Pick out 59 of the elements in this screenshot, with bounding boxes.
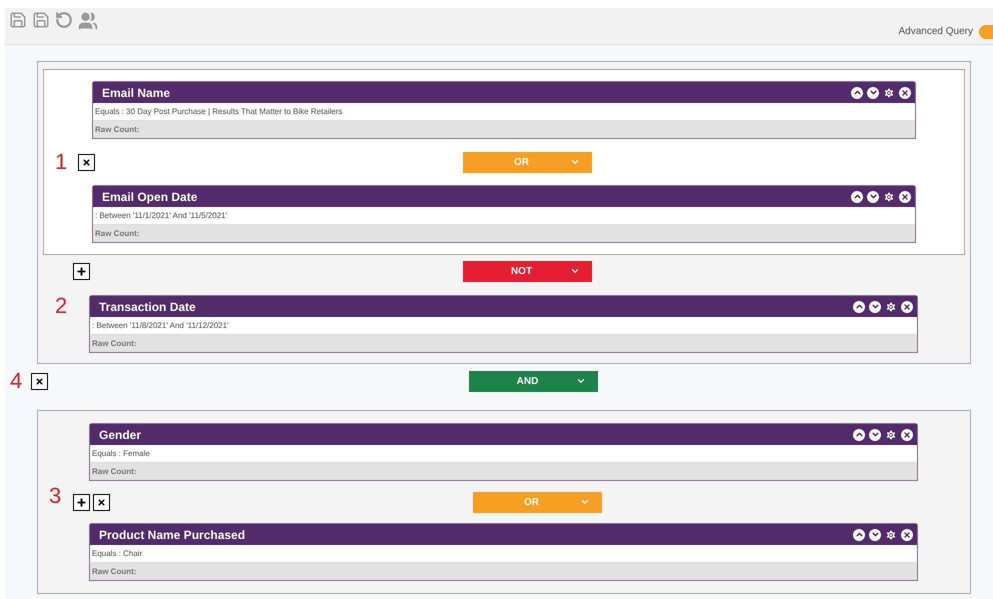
condition-criteria: : Between '11/8/2021' And '11/12/2021' [92, 320, 229, 332]
operator-dropdown[interactable]: AND [469, 370, 598, 392]
add-group-button[interactable] [73, 494, 90, 510]
condition-title: Email Name [102, 84, 170, 102]
settings-icon[interactable] [885, 300, 897, 312]
move-up-icon[interactable] [853, 528, 865, 540]
move-down-icon[interactable] [869, 428, 881, 440]
settings-icon[interactable] [883, 190, 895, 202]
condition-criteria: Equals : 30 Day Post Purchase | Results That Matter to Bike Retailers [95, 106, 342, 118]
move-up-icon[interactable] [853, 428, 865, 440]
chevron-down-icon [570, 266, 580, 276]
move-up-icon[interactable] [851, 86, 863, 98]
raw-count-label: Raw Count: [92, 338, 136, 350]
raw-count-label: Raw Count: [95, 228, 140, 240]
remove-group-button[interactable] [31, 372, 48, 390]
condition-title: Gender [99, 426, 142, 444]
raw-count-label: Raw Count: [92, 466, 136, 478]
chevron-down-icon [576, 376, 586, 386]
move-down-icon[interactable] [869, 528, 881, 540]
advanced-query-label: Advanced Query [898, 25, 973, 39]
move-down-icon[interactable] [867, 86, 879, 98]
chevron-down-icon [570, 157, 580, 167]
move-up-icon[interactable] [853, 300, 865, 312]
move-down-icon[interactable] [869, 300, 881, 312]
group-number: 4 [10, 370, 22, 392]
raw-count-label: Raw Count: [95, 124, 140, 136]
close-icon[interactable] [901, 428, 913, 440]
close-icon [35, 376, 44, 386]
condition-criteria: Equals : Female [92, 448, 150, 460]
remove-group-button[interactable] [78, 154, 96, 170]
add-group-button[interactable] [73, 262, 90, 280]
condition-title: Transaction Date [99, 298, 196, 316]
users-icon[interactable] [78, 11, 98, 31]
raw-count-label: Raw Count: [92, 566, 136, 578]
group-number: 3 [49, 485, 62, 507]
condition-title: Email Open Date [102, 188, 198, 206]
condition-criteria: : Between '11/1/2021' And '11/5/2021' [95, 210, 228, 222]
close-icon[interactable] [899, 86, 911, 98]
group-number: 2 [55, 293, 68, 318]
chevron-down-icon [580, 497, 590, 507]
plus-icon [76, 266, 87, 276]
undo-icon[interactable] [55, 11, 73, 29]
settings-icon[interactable] [885, 428, 897, 440]
save-icon[interactable] [32, 11, 50, 29]
settings-icon[interactable] [883, 86, 895, 98]
operator-dropdown[interactable]: NOT [463, 260, 592, 282]
condition-title: Product Name Purchased [99, 526, 246, 544]
close-icon[interactable] [901, 300, 913, 312]
settings-icon[interactable] [885, 528, 897, 540]
move-down-icon[interactable] [867, 190, 879, 202]
condition-criteria: Equals : Chair [92, 548, 142, 560]
remove-group-button[interactable] [93, 494, 110, 510]
close-icon[interactable] [899, 190, 911, 202]
move-up-icon[interactable] [851, 190, 863, 202]
plus-icon [76, 496, 87, 508]
close-icon[interactable] [901, 528, 913, 540]
close-icon [97, 498, 106, 506]
close-icon [82, 158, 92, 166]
group-number: 1 [55, 151, 68, 173]
